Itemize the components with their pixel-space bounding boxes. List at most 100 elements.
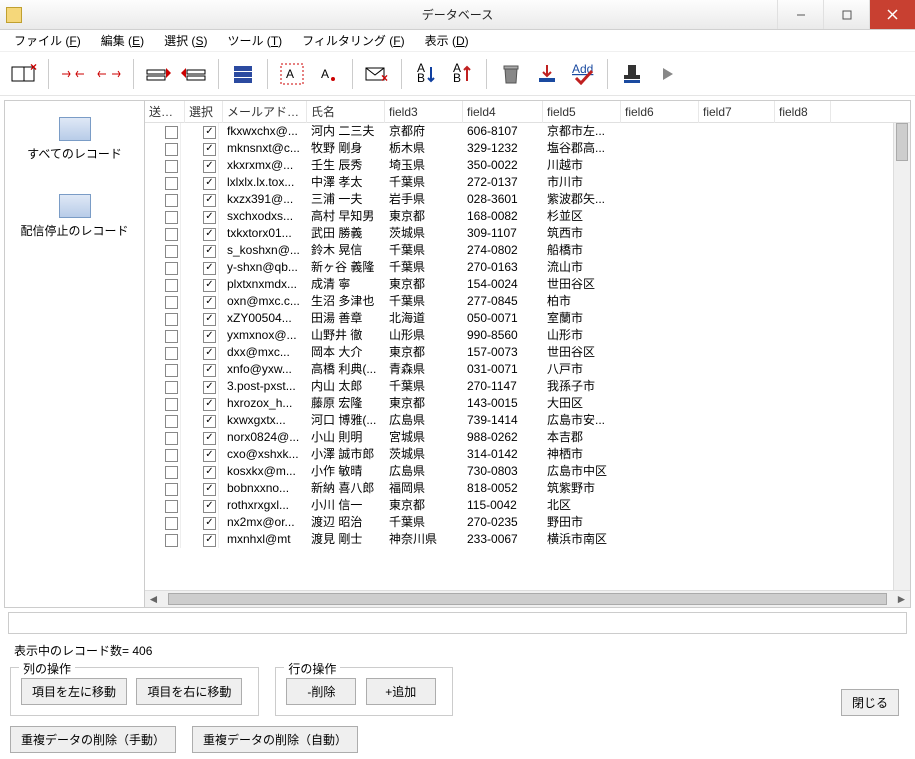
column-name[interactable]: 氏名 bbox=[307, 101, 385, 123]
column-field6[interactable]: field6 bbox=[621, 101, 699, 123]
select-checkbox[interactable] bbox=[203, 432, 216, 445]
minimize-button[interactable] bbox=[777, 0, 823, 29]
column-mail[interactable]: メールアドレス bbox=[223, 101, 307, 123]
sent-checkbox[interactable] bbox=[165, 330, 178, 343]
select-checkbox[interactable] bbox=[203, 483, 216, 496]
scroll-left-icon[interactable]: ◄ bbox=[145, 592, 162, 606]
select-checkbox[interactable] bbox=[203, 228, 216, 241]
select-checkbox[interactable] bbox=[203, 500, 216, 513]
menu-tool[interactable]: ツール (T) bbox=[217, 30, 292, 51]
menu-file[interactable]: ファイル (F) bbox=[4, 30, 91, 51]
select-checkbox[interactable] bbox=[203, 126, 216, 139]
select-checkbox[interactable] bbox=[203, 143, 216, 156]
select-checkbox[interactable] bbox=[203, 313, 216, 326]
dedupe-manual-button[interactable]: 重複データの削除（手動） bbox=[10, 726, 176, 753]
menu-select[interactable]: 選択 (S) bbox=[154, 30, 217, 51]
table-row[interactable]: xnfo@yxw...高橋 利典(...青森県031-0071八戸市 bbox=[145, 361, 910, 378]
toolbar-add-check-icon[interactable]: Add bbox=[567, 58, 599, 90]
sent-checkbox[interactable] bbox=[165, 432, 178, 445]
sent-checkbox[interactable] bbox=[165, 245, 178, 258]
toolbar-stamp-icon[interactable] bbox=[616, 58, 648, 90]
select-checkbox[interactable] bbox=[203, 381, 216, 394]
sent-checkbox[interactable] bbox=[165, 517, 178, 530]
table-row[interactable]: mxnhxl@mt渡見 剛士神奈川県233-0067横浜市南区 bbox=[145, 531, 910, 548]
menu-filter[interactable]: フィルタリング (F) bbox=[292, 30, 414, 51]
row-add-button[interactable]: +追加 bbox=[366, 678, 436, 705]
sent-checkbox[interactable] bbox=[165, 449, 178, 462]
table-row[interactable]: lxlxlx.lx.tox...中澤 孝太千葉県272-0137市川市 bbox=[145, 174, 910, 191]
table-row[interactable]: bobnxxno...新納 喜八郎福岡県818-0052筑紫野市 bbox=[145, 480, 910, 497]
row-delete-button[interactable]: -削除 bbox=[286, 678, 356, 705]
sent-checkbox[interactable] bbox=[165, 483, 178, 496]
table-row[interactable]: fkxwxchx@...河内 二三夫京都府606-8107京都市左... bbox=[145, 123, 910, 140]
sent-checkbox[interactable] bbox=[165, 279, 178, 292]
toolbar-trash-icon[interactable] bbox=[495, 58, 527, 90]
sent-checkbox[interactable] bbox=[165, 143, 178, 156]
maximize-button[interactable] bbox=[823, 0, 869, 29]
column-select[interactable]: 選択 bbox=[185, 101, 223, 123]
table-row[interactable]: hxrozox_h...藤原 宏隆東京都143-0015大田区 bbox=[145, 395, 910, 412]
table-row[interactable]: sxchxodxs...高村 早知男東京都168-0082杉並区 bbox=[145, 208, 910, 225]
sent-checkbox[interactable] bbox=[165, 194, 178, 207]
table-row[interactable]: cxo@xshxk...小澤 誠市郎茨城県314-0142神栖市 bbox=[145, 446, 910, 463]
table-row[interactable]: nx2mx@or...渡辺 昭治千葉県270-0235野田市 bbox=[145, 514, 910, 531]
table-row[interactable]: mknsnxt@c...牧野 剛身栃木県329-1232塩谷郡高... bbox=[145, 140, 910, 157]
move-right-button[interactable]: 項目を右に移動 bbox=[136, 678, 242, 705]
toolbar-select-area-a-icon[interactable]: A bbox=[276, 58, 308, 90]
sent-checkbox[interactable] bbox=[165, 466, 178, 479]
sent-checkbox[interactable] bbox=[165, 534, 178, 547]
toolbar-next-icon[interactable] bbox=[652, 58, 684, 90]
toolbar-row-add-icon[interactable] bbox=[142, 58, 174, 90]
select-checkbox[interactable] bbox=[203, 211, 216, 224]
table-row[interactable]: oxn@mxc.c...生沼 多津也千葉県277-0845柏市 bbox=[145, 293, 910, 310]
select-checkbox[interactable] bbox=[203, 415, 216, 428]
toolbar-arrows-out-icon[interactable] bbox=[93, 58, 125, 90]
select-checkbox[interactable] bbox=[203, 296, 216, 309]
table-row[interactable]: txkxtorx01...武田 勝義茨城県309-1107筑西市 bbox=[145, 225, 910, 242]
sent-checkbox[interactable] bbox=[165, 177, 178, 190]
select-checkbox[interactable] bbox=[203, 364, 216, 377]
toolbar-arrows-in-icon[interactable] bbox=[57, 58, 89, 90]
table-row[interactable]: s_koshxn@...鈴木 晃信千葉県274-0802船橋市 bbox=[145, 242, 910, 259]
toolbar-row-remove-icon[interactable] bbox=[178, 58, 210, 90]
select-checkbox[interactable] bbox=[203, 177, 216, 190]
table-row[interactable]: dxx@mxc...岡本 大介東京都157-0073世田谷区 bbox=[145, 344, 910, 361]
toolbar-query-delete-icon[interactable]: × bbox=[8, 58, 40, 90]
select-checkbox[interactable] bbox=[203, 160, 216, 173]
sent-checkbox[interactable] bbox=[165, 262, 178, 275]
table-row[interactable]: yxmxnox@...山野井 徹山形県990-8560山形市 bbox=[145, 327, 910, 344]
scroll-thumb[interactable] bbox=[896, 123, 908, 161]
close-dialog-button[interactable]: 閉じる bbox=[841, 689, 899, 716]
select-checkbox[interactable] bbox=[203, 398, 216, 411]
column-field8[interactable]: field8 bbox=[775, 101, 831, 123]
sent-checkbox[interactable] bbox=[165, 347, 178, 360]
sent-checkbox[interactable] bbox=[165, 313, 178, 326]
menu-edit[interactable]: 編集 (E) bbox=[91, 30, 154, 51]
table-row[interactable]: kosxkx@m...小作 敏晴広島県730-0803広島市中区 bbox=[145, 463, 910, 480]
select-checkbox[interactable] bbox=[203, 330, 216, 343]
select-checkbox[interactable] bbox=[203, 262, 216, 275]
close-button[interactable] bbox=[869, 0, 915, 29]
column-field4[interactable]: field4 bbox=[463, 101, 543, 123]
sent-checkbox[interactable] bbox=[165, 364, 178, 377]
column-field3[interactable]: field3 bbox=[385, 101, 463, 123]
select-checkbox[interactable] bbox=[203, 245, 216, 258]
table-row[interactable]: rothxrxgxl...小川 信一東京都115-0042北区 bbox=[145, 497, 910, 514]
table-row[interactable]: kxzx391@...三浦 一夫岩手県028-3601紫波郡矢... bbox=[145, 191, 910, 208]
sent-checkbox[interactable] bbox=[165, 228, 178, 241]
sent-checkbox[interactable] bbox=[165, 398, 178, 411]
sent-checkbox[interactable] bbox=[165, 381, 178, 394]
table-row[interactable]: xkxrxmx@...壬生 辰秀埼玉県350-0022川越市 bbox=[145, 157, 910, 174]
horizontal-scrollbar[interactable]: ◄ ► bbox=[145, 590, 910, 607]
column-sent[interactable]: 送信済 bbox=[145, 101, 185, 123]
toolbar-sort-asc-icon[interactable]: AB bbox=[446, 58, 478, 90]
sidebar-item-all-records[interactable]: すべてのレコード bbox=[5, 111, 144, 168]
filter-bar[interactable] bbox=[8, 612, 907, 634]
select-checkbox[interactable] bbox=[203, 279, 216, 292]
table-row[interactable]: plxtxnxmdx...成清 寧東京都154-0024世田谷区 bbox=[145, 276, 910, 293]
select-checkbox[interactable] bbox=[203, 534, 216, 547]
table-row[interactable]: norx0824@...小山 則明宮城県988-0262本吉郡 bbox=[145, 429, 910, 446]
sent-checkbox[interactable] bbox=[165, 415, 178, 428]
toolbar-text-a-icon[interactable]: A bbox=[312, 58, 344, 90]
column-field5[interactable]: field5 bbox=[543, 101, 621, 123]
